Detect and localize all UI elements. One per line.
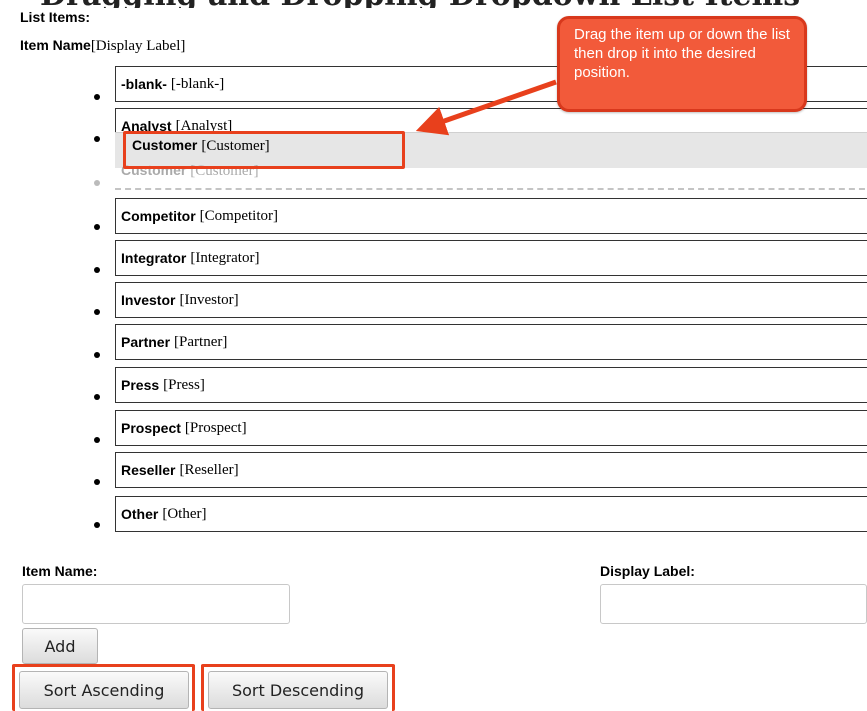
sort-ascending-highlight [12,664,195,711]
item-name-label: Item Name: [22,563,98,579]
sort-descending-highlight [201,664,395,711]
display-label-label: Display Label: [600,563,695,579]
display-label-input[interactable] [600,584,867,624]
add-button[interactable]: Add [22,628,98,664]
callout-text: Drag the item up or down the list then d… [574,26,790,81]
item-name-input[interactable] [22,584,290,624]
instruction-callout: Drag the item up or down the list then d… [557,16,807,112]
